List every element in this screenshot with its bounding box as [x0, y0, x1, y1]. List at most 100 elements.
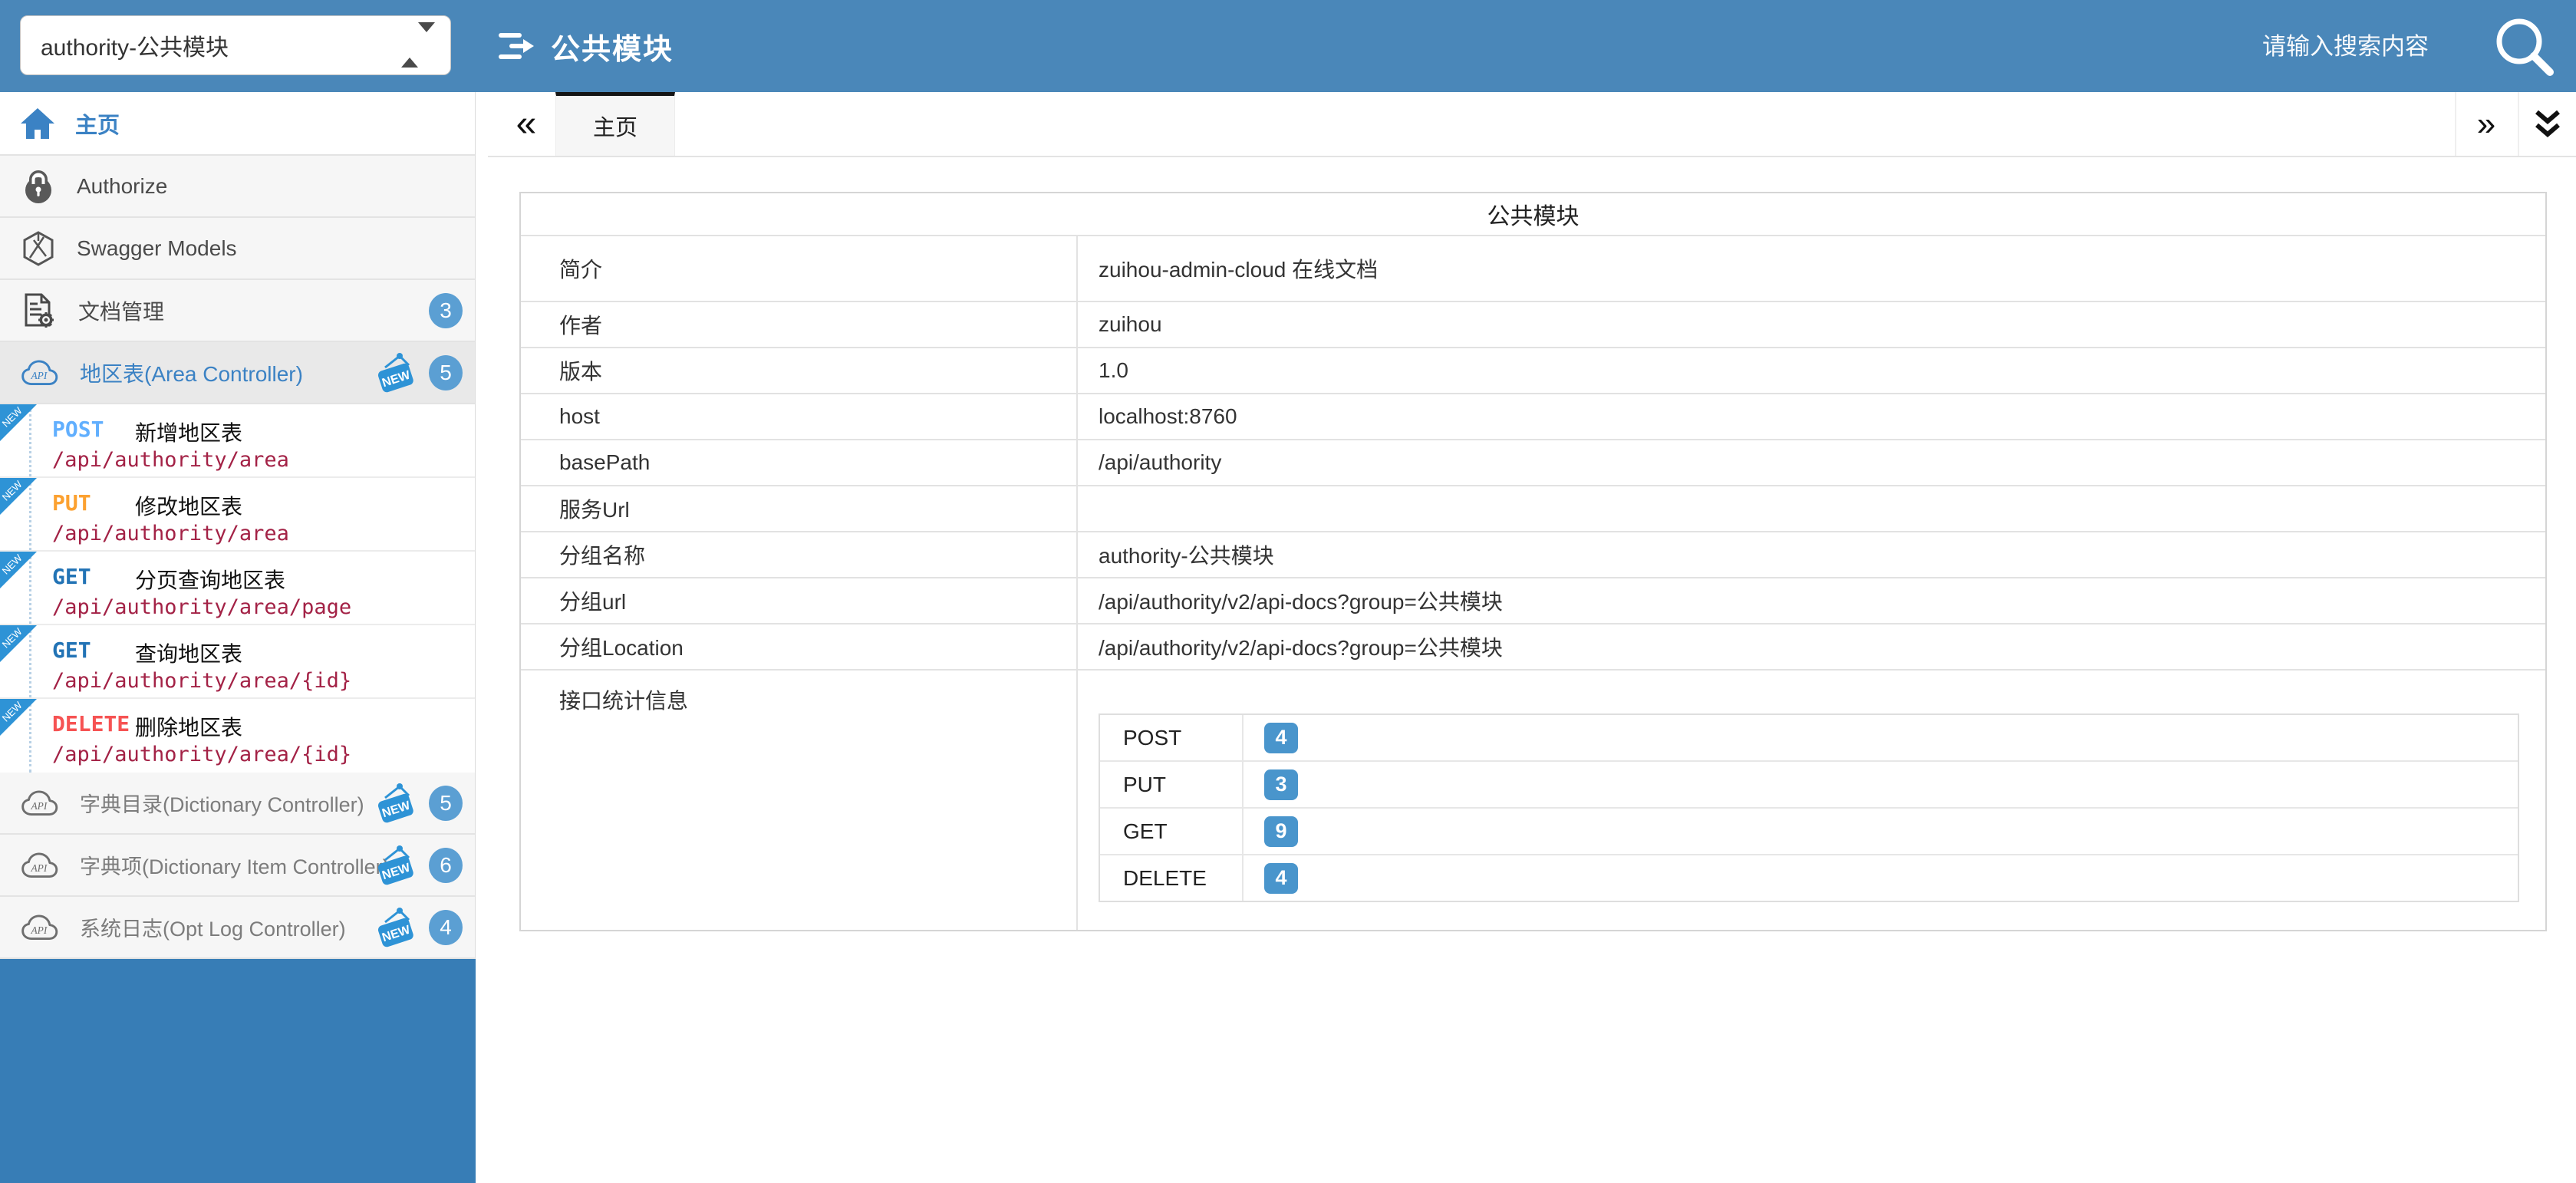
- tab-home[interactable]: 主页: [555, 92, 675, 156]
- api-group-select[interactable]: authority-公共模块: [20, 15, 451, 75]
- sidebar-item-label: 字典目录(Dictionary Controller): [80, 788, 364, 818]
- stats-row: GET 9: [1100, 809, 2518, 855]
- method-stats-table: POST 4 PUT 3 GET 9 DELETE 4: [1099, 713, 2519, 902]
- api-count-badge: 4: [429, 910, 463, 945]
- search-input[interactable]: [1952, 23, 2430, 71]
- sidebar-item-home[interactable]: 主页: [0, 92, 475, 156]
- api-group-select-value: authority-公共模块: [41, 28, 229, 62]
- operation-path: /api/authority/area/{id}: [52, 743, 351, 766]
- cloud-api-icon: API: [20, 358, 60, 387]
- row-label: 作者: [521, 302, 1078, 347]
- sidebar-item-area-controller[interactable]: API 地区表(Area Controller) NEW 5: [0, 342, 475, 404]
- api-count-badge: 5: [429, 355, 463, 390]
- stats-cell: POST 4 PUT 3 GET 9 DELETE 4: [1078, 671, 2545, 930]
- stats-row: POST 4: [1100, 715, 2518, 762]
- select-arrows-icon: [401, 32, 435, 58]
- sidebar: 主页 Authorize Swagger Models: [0, 92, 476, 959]
- http-method-label: POST: [52, 417, 104, 442]
- operation-put-edit-area[interactable]: NEW PUT 修改地区表 /api/authority/area: [0, 478, 475, 552]
- page-title: 公共模块: [551, 25, 674, 68]
- stats-count-badge: 3: [1264, 769, 1298, 800]
- operation-name: 删除地区表: [135, 711, 242, 742]
- stats-count-badge: 4: [1264, 863, 1298, 894]
- sidebar-item-swagger-models[interactable]: Swagger Models: [0, 218, 475, 280]
- stats-method-label: POST: [1100, 715, 1244, 760]
- sidebar-item-authorize[interactable]: Authorize: [0, 156, 475, 218]
- cloud-api-icon: API: [20, 913, 60, 942]
- row-label: 分组Location: [521, 624, 1078, 669]
- row-value: /api/authority/v2/api-docs?group=公共模块: [1078, 578, 2545, 623]
- row-label: basePath: [521, 440, 1078, 485]
- new-tag-icon: NEW: [375, 907, 417, 948]
- stats-count-badge: 4: [1264, 723, 1298, 753]
- document-gear-icon: [20, 292, 58, 330]
- models-hexagon-icon: [20, 230, 57, 267]
- row-value: authority-公共模块: [1078, 532, 2545, 577]
- search-icon[interactable]: [2490, 12, 2559, 81]
- operation-path: /api/authority/area/{id}: [52, 669, 351, 693]
- module-info-table: 公共模块 简介 zuihou-admin-cloud 在线文档 作者 zuiho…: [519, 192, 2547, 931]
- tabs-scroll-left-button[interactable]: «: [503, 92, 549, 156]
- table-row: 服务Url: [521, 486, 2545, 532]
- row-value: /api/authority/v2/api-docs?group=公共模块: [1078, 624, 2545, 669]
- table-row: 作者 zuihou: [521, 302, 2545, 348]
- new-ribbon-icon: NEW: [0, 552, 37, 588]
- sidebar-item-dictionary-controller[interactable]: API 字典目录(Dictionary Controller) NEW 5: [0, 773, 475, 835]
- operation-name: 新增地区表: [135, 417, 242, 447]
- new-tag-icon: NEW: [375, 845, 417, 886]
- tab-strip: « 主页 »: [488, 92, 2576, 157]
- sidebar-item-label: Authorize: [77, 174, 167, 199]
- new-ribbon-icon: NEW: [0, 625, 37, 662]
- api-count-badge: 3: [429, 293, 463, 328]
- row-value: 1.0: [1078, 348, 2545, 393]
- api-count-badge: 5: [429, 786, 463, 821]
- row-label: 服务Url: [521, 486, 1078, 531]
- sidebar-filler: [0, 959, 476, 1183]
- lock-icon: [20, 168, 57, 205]
- row-value: [1078, 486, 2545, 531]
- operation-get-area-by-id[interactable]: NEW GET 查询地区表 /api/authority/area/{id}: [0, 625, 475, 699]
- table-title: 公共模块: [521, 193, 2545, 236]
- tabs-collapse-all-button[interactable]: [2519, 92, 2576, 156]
- tab-label: 主页: [593, 110, 637, 142]
- sidebar-item-label: Swagger Models: [77, 236, 237, 261]
- operation-post-add-area[interactable]: NEW POST 新增地区表 /api/authority/area: [0, 404, 475, 478]
- svg-text:API: API: [30, 924, 47, 935]
- new-ribbon-icon: NEW: [0, 699, 37, 736]
- operation-get-page-area[interactable]: NEW GET 分页查询地区表 /api/authority/area/page: [0, 552, 475, 625]
- tabs-scroll-right-button[interactable]: »: [2456, 92, 2516, 156]
- top-header-bar: authority-公共模块 公共模块: [0, 0, 2576, 92]
- stats-method-label: GET: [1100, 809, 1244, 854]
- operation-delete-area[interactable]: NEW DELETE 删除地区表 /api/authority/area/{id…: [0, 699, 475, 773]
- stats-method-label: PUT: [1100, 762, 1244, 807]
- sidebar-item-dictionary-item-controller[interactable]: API 字典项(Dictionary Item Controller) NEW …: [0, 835, 475, 897]
- sidebar-item-opt-log-controller[interactable]: API 系统日志(Opt Log Controller) NEW 4: [0, 897, 475, 959]
- stats-row: PUT 3: [1100, 762, 2518, 809]
- new-tag-icon: NEW: [375, 783, 417, 824]
- stats-count-badge: 9: [1264, 816, 1298, 847]
- svg-text:API: API: [30, 862, 47, 873]
- home-icon: [20, 107, 55, 140]
- align-arrow-icon: [497, 29, 535, 63]
- row-label: 接口统计信息: [521, 671, 1078, 930]
- http-method-label: PUT: [52, 490, 91, 516]
- table-row: 分组Location /api/authority/v2/api-docs?gr…: [521, 624, 2545, 671]
- stats-method-label: DELETE: [1100, 855, 1244, 901]
- row-value: /api/authority: [1078, 440, 2545, 485]
- table-row: basePath /api/authority: [521, 440, 2545, 486]
- sidebar-item-label: 字典项(Dictionary Item Controller): [80, 850, 390, 880]
- http-method-label: DELETE: [52, 711, 130, 736]
- new-tag-icon: NEW: [375, 352, 417, 394]
- row-value: zuihou: [1078, 302, 2545, 347]
- operation-path: /api/authority/area: [52, 522, 289, 545]
- sidebar-item-doc-manage[interactable]: 文档管理 3: [0, 280, 475, 342]
- new-ribbon-icon: NEW: [0, 404, 37, 441]
- http-method-label: GET: [52, 564, 91, 589]
- sidebar-item-label: 主页: [75, 107, 120, 140]
- app-title: 公共模块: [497, 0, 674, 92]
- row-label: 版本: [521, 348, 1078, 393]
- operation-name: 查询地区表: [135, 638, 242, 668]
- stats-row: DELETE 4: [1100, 855, 2518, 901]
- operation-name: 分页查询地区表: [135, 564, 285, 595]
- row-value: localhost:8760: [1078, 394, 2545, 439]
